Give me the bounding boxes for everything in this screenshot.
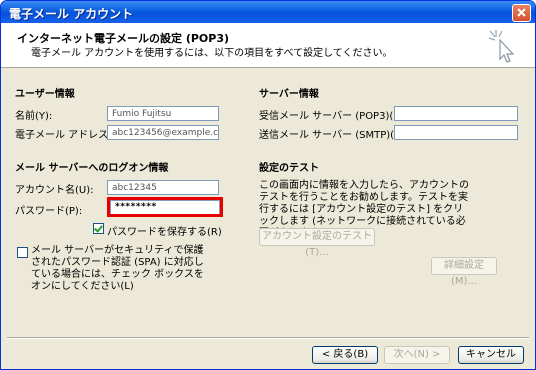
- name-label: 名前(Y):: [15, 111, 53, 122]
- password-highlight-box: [107, 197, 223, 217]
- dialog-header: インターネット電子メールの設定 (POP3) 電子メール アカウントを使用するに…: [1, 23, 535, 68]
- window-title: 電子メール アカウント: [9, 7, 134, 21]
- account-dialog: 電子メール アカウント インターネット電子メールの設定 (POP3) 電子メール…: [0, 0, 536, 370]
- spa-label: メール サーバーがセキュリティで保護されたパスワード認証 (SPA) に対応して…: [31, 245, 204, 292]
- close-button[interactable]: [512, 4, 531, 22]
- server-info-heading: サーバー情報: [259, 89, 319, 100]
- cancel-button[interactable]: キャンセル: [458, 346, 524, 364]
- account-name-label: アカウント名(U):: [15, 185, 94, 196]
- save-password-label: パスワードを保存する(R): [107, 227, 222, 238]
- email-field[interactable]: abc123456@example.com: [107, 125, 219, 140]
- mouse-cursor-icon: [488, 30, 515, 63]
- next-button[interactable]: 次へ(N) >: [384, 346, 450, 364]
- header-subtitle: 電子メール アカウントを使用するには、以下の項目をすべて設定してください。: [31, 48, 393, 59]
- close-icon: [517, 8, 526, 17]
- spa-checkbox[interactable]: [17, 247, 28, 258]
- footer-divider: [7, 337, 529, 339]
- test-settings-heading: 設定のテスト: [259, 163, 319, 174]
- password-label: パスワード(P):: [15, 206, 83, 217]
- incoming-server-label: 受信メール サーバー (POP3)(I):: [259, 111, 404, 122]
- outgoing-server-label: 送信メール サーバー (SMTP)(O):: [259, 130, 410, 141]
- name-field[interactable]: Fumio Fujitsu: [107, 106, 219, 121]
- account-name-field[interactable]: abc12345: [107, 180, 219, 195]
- test-account-button[interactable]: アカウント設定のテスト(T)...: [259, 228, 375, 258]
- back-button[interactable]: < 戻る(B): [312, 346, 378, 364]
- title-bar[interactable]: 電子メール アカウント: [1, 1, 535, 23]
- save-password-checkbox[interactable]: [93, 223, 104, 234]
- user-info-heading: ユーザー情報: [15, 89, 75, 100]
- advanced-settings-button[interactable]: 詳細設定(M)...: [431, 257, 497, 287]
- incoming-server-field[interactable]: [394, 106, 518, 121]
- logon-info-heading: メール サーバーへのログオン情報: [15, 163, 169, 174]
- outgoing-server-field[interactable]: [394, 125, 518, 140]
